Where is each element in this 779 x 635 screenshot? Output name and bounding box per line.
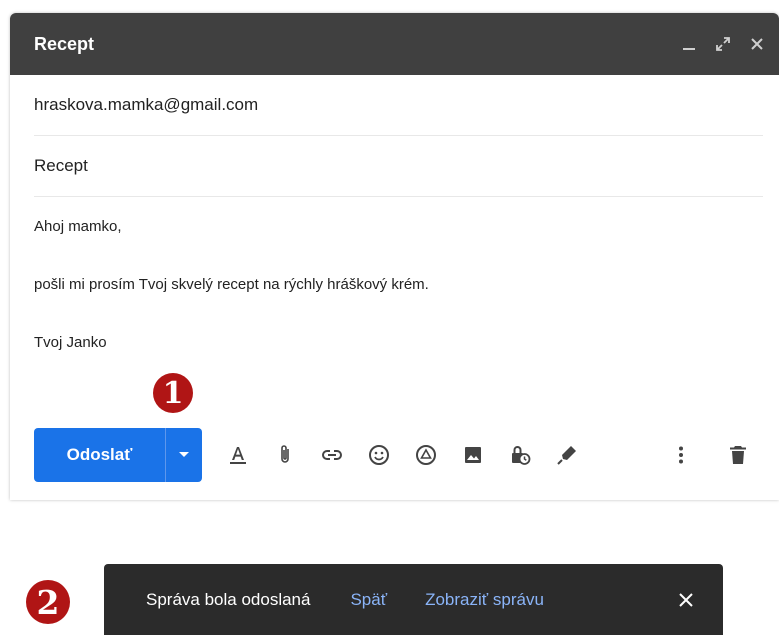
step-marker-2: 2 bbox=[26, 580, 70, 624]
subject-value: Recept bbox=[34, 156, 88, 175]
drive-icon[interactable] bbox=[408, 437, 444, 473]
compose-title: Recept bbox=[34, 33, 95, 54]
expand-icon[interactable] bbox=[707, 28, 739, 60]
confidential-lock-icon[interactable] bbox=[502, 437, 538, 473]
delete-icon[interactable] bbox=[720, 437, 756, 473]
snackbar-close-icon[interactable] bbox=[677, 591, 695, 609]
view-message-link[interactable]: Zobraziť správu bbox=[425, 590, 544, 610]
compose-titlebar[interactable]: Recept bbox=[10, 13, 779, 75]
minimize-icon[interactable] bbox=[673, 28, 705, 60]
signature-pen-icon[interactable] bbox=[549, 437, 585, 473]
message-body[interactable]: Ahoj mamko, pošli mi prosím Tvoj skvelý … bbox=[10, 197, 779, 353]
window-controls bbox=[673, 28, 779, 60]
undo-link[interactable]: Späť bbox=[350, 590, 387, 610]
chevron-down-icon bbox=[179, 451, 189, 457]
compose-window: Recept hraskova.mamka@gmail.com Recept A… bbox=[10, 13, 779, 500]
recipient-field[interactable]: hraskova.mamka@gmail.com bbox=[34, 75, 763, 136]
recipient-value: hraskova.mamka@gmail.com bbox=[34, 95, 259, 114]
send-button-group: Odoslať bbox=[34, 427, 202, 482]
send-button[interactable]: Odoslať bbox=[34, 427, 165, 482]
more-options-icon[interactable] bbox=[663, 437, 699, 473]
link-icon[interactable] bbox=[314, 437, 350, 473]
sent-notification-snackbar: Správa bola odoslaná Späť Zobraziť správ… bbox=[104, 564, 723, 635]
compose-toolbar: Odoslať bbox=[34, 427, 767, 482]
step-marker-1: 1 bbox=[153, 373, 193, 413]
formatting-tools bbox=[220, 437, 596, 473]
attachment-icon[interactable] bbox=[267, 437, 303, 473]
photo-icon[interactable] bbox=[455, 437, 491, 473]
body-message: pošli mi prosím Tvoj skvelý recept na rý… bbox=[34, 276, 429, 293]
secondary-tools bbox=[663, 437, 767, 473]
body-greeting: Ahoj mamko, bbox=[34, 218, 122, 235]
close-icon[interactable] bbox=[741, 28, 773, 60]
format-text-icon[interactable] bbox=[220, 437, 256, 473]
snackbar-message: Správa bola odoslaná bbox=[146, 589, 311, 609]
body-signature: Tvoj Janko bbox=[34, 334, 107, 351]
subject-field[interactable]: Recept bbox=[34, 136, 763, 197]
send-options-button[interactable] bbox=[165, 427, 202, 482]
emoji-icon[interactable] bbox=[361, 437, 397, 473]
